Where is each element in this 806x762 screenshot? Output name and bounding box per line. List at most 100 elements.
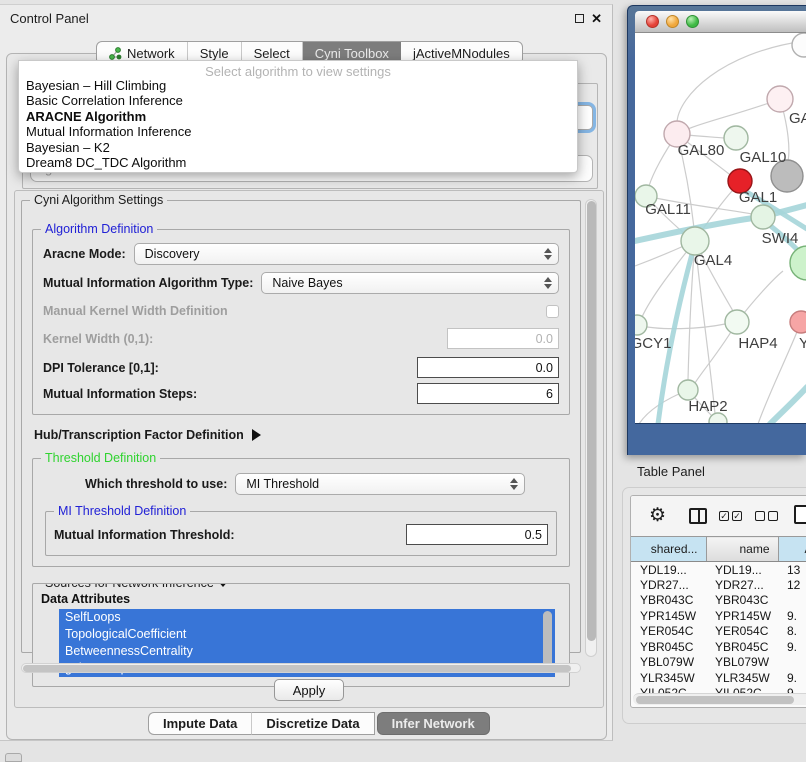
network-node-label: HAP4	[738, 335, 777, 352]
which-threshold-label: Which threshold to use:	[85, 477, 227, 491]
table-row[interactable]: YDL19...YDL19...13	[631, 562, 806, 578]
network-node-label: GAL11	[645, 201, 691, 218]
mi-threshold-title: MI Threshold Definition	[54, 504, 190, 518]
attribute-list-item[interactable]: BetweennessCentrality	[59, 643, 555, 660]
apply-button[interactable]: Apply	[274, 679, 344, 701]
table-row[interactable]: YER054CYER054C8.	[631, 624, 806, 640]
network-canvas[interactable]: GALGAL80GAL10GAL1SWI4GAL11GAL4GCY1HAP4YH…	[635, 33, 806, 424]
manual-kernel-label: Manual Kernel Width Definition	[43, 304, 228, 318]
column-header-shared[interactable]: shared...	[631, 537, 706, 562]
network-tab-icon	[109, 47, 122, 60]
aracne-mode-combo[interactable]: Discovery	[134, 243, 559, 265]
hub-definition-label: Hub/Transcription Factor Definition	[34, 428, 244, 442]
network-node[interactable]	[751, 205, 775, 229]
network-node[interactable]	[790, 246, 806, 280]
table-horizontal-scrollbar[interactable]	[633, 693, 806, 705]
table-row[interactable]: YBL079WYBL079W	[631, 655, 806, 671]
manual-kernel-checkbox[interactable]	[546, 305, 559, 318]
settings-group-title: Cyni Algorithm Settings	[30, 193, 167, 207]
network-window: GALGAL80GAL10GAL1SWI4GAL11GAL4GCY1HAP4YH…	[627, 5, 806, 455]
collapsed-panel-icon[interactable]	[5, 753, 22, 762]
network-node[interactable]	[790, 311, 806, 333]
screen: Control Panel ✕ Network	[0, 0, 806, 762]
tab-network-label: Network	[127, 46, 175, 61]
network-node[interactable]	[767, 86, 793, 112]
zoom-traffic-light-icon[interactable]	[686, 15, 699, 28]
mi-type-combo[interactable]: Naive Bayes	[261, 272, 559, 294]
network-node[interactable]	[725, 310, 749, 334]
mi-steps-field[interactable]: 6	[417, 383, 559, 404]
combo-stepper-icon	[510, 478, 517, 490]
algorithm-option[interactable]: Basic Correlation Inference	[19, 93, 577, 108]
bottom-tab-bar: Impute Data Discretize Data Infer Networ…	[148, 712, 490, 735]
cyni-algorithm-settings-group: Cyni Algorithm Settings Algorithm Defini…	[21, 200, 581, 653]
table-row[interactable]: YDR27...YDR27...12	[631, 577, 806, 593]
float-panel-icon[interactable]	[575, 14, 584, 23]
network-node[interactable]	[724, 126, 748, 150]
threshold-definition-group: Threshold Definition Which threshold to …	[32, 458, 570, 567]
kernel-width-field[interactable]: 0.0	[447, 328, 559, 349]
settings-vertical-scrollbar[interactable]	[585, 199, 597, 657]
split-columns-icon[interactable]	[689, 508, 707, 524]
minimize-traffic-light-icon[interactable]	[666, 15, 679, 28]
control-panel-window: Control Panel ✕ Network	[0, 4, 613, 741]
algorithm-option[interactable]: Bayesian – Hill Climbing	[19, 78, 577, 93]
network-node[interactable]	[635, 315, 647, 335]
dpi-tolerance-field[interactable]: 0.0	[417, 357, 559, 378]
select-all-checks-icon[interactable]: ✓✓	[719, 511, 742, 521]
tab-impute-data[interactable]: Impute Data	[148, 712, 251, 735]
document-icon[interactable]	[794, 505, 806, 524]
hub-definition-expander[interactable]: Hub/Transcription Factor Definition	[34, 428, 570, 442]
network-node-label: GAL10	[740, 149, 787, 166]
combo-stepper-icon	[544, 277, 551, 289]
network-edge	[637, 324, 725, 329]
algorithm-option-list: Bayesian – Hill ClimbingBasic Correlatio…	[19, 78, 577, 170]
dpi-tolerance-label: DPI Tolerance [0,1]:	[43, 361, 159, 375]
settings-horizontal-scrollbar[interactable]	[21, 663, 581, 673]
which-threshold-combo[interactable]: MI Threshold	[235, 473, 525, 495]
algorithm-definition-group: Algorithm Definition Aracne Mode: Discov…	[32, 229, 570, 415]
algorithm-option[interactable]: Dream8 DC_TDC Algorithm	[19, 155, 577, 170]
network-edge	[688, 99, 780, 129]
table-row[interactable]: YLR345WYLR345W9.	[631, 670, 806, 686]
collapse-down-icon[interactable]	[217, 583, 229, 587]
network-node[interactable]	[792, 33, 806, 57]
network-node-label: Y	[799, 335, 806, 352]
algorithm-option[interactable]: Bayesian – K2	[19, 140, 577, 155]
algorithm-option[interactable]: Mutual Information Inference	[19, 124, 577, 139]
network-edge-highlight	[770, 387, 806, 424]
close-traffic-light-icon[interactable]	[646, 15, 659, 28]
table-row[interactable]: YBR043CYBR043C	[631, 593, 806, 609]
gear-icon[interactable]: ⚙	[649, 504, 666, 527]
table-row[interactable]: YPR145WYPR145W9.	[631, 608, 806, 624]
network-node-label: HAP2	[688, 398, 727, 415]
algorithm-popup-placeholder: Select algorithm to view settings	[19, 61, 577, 78]
mi-threshold-field[interactable]: 0.5	[406, 524, 548, 545]
attribute-list-item[interactable]: TopologicalCoefficient	[59, 626, 555, 643]
attribute-list-item[interactable]: SelfLoops	[59, 609, 555, 626]
close-panel-icon[interactable]: ✕	[591, 14, 602, 24]
data-attributes-label: Data Attributes	[41, 592, 565, 606]
network-node-label: GAL	[789, 110, 806, 127]
column-header-name[interactable]: name	[706, 537, 778, 562]
network-node[interactable]	[681, 227, 709, 255]
algorithm-option[interactable]: ARACNE Algorithm	[19, 109, 577, 124]
algorithm-dropdown-popup: Select algorithm to view settings Bayesi…	[18, 60, 578, 173]
table-row[interactable]: YBR045CYBR045C9.	[631, 639, 806, 655]
network-node-label: GAL4	[694, 252, 732, 269]
table-panel: ⚙ ✓✓ shared... name A YDL19...YDL19...13…	[630, 495, 806, 708]
deselect-all-checks-icon[interactable]	[755, 511, 778, 521]
column-header-partial[interactable]: A	[778, 537, 806, 562]
algorithm-definition-title: Algorithm Definition	[41, 222, 157, 236]
tab-infer-network[interactable]: Infer Network	[377, 712, 490, 735]
combo-stepper-icon	[544, 248, 551, 260]
threshold-definition-title: Threshold Definition	[41, 451, 160, 465]
aracne-mode-label: Aracne Mode:	[43, 247, 126, 261]
tab-discretize-data[interactable]: Discretize Data	[251, 712, 374, 735]
network-window-titlebar[interactable]	[635, 11, 806, 33]
network-node[interactable]	[678, 380, 698, 400]
table-panel-title: Table Panel	[637, 464, 705, 479]
table-toolbar: ⚙ ✓✓	[631, 496, 806, 536]
network-node-label: SWI4	[762, 230, 799, 247]
network-node-label: GAL80	[678, 142, 725, 159]
